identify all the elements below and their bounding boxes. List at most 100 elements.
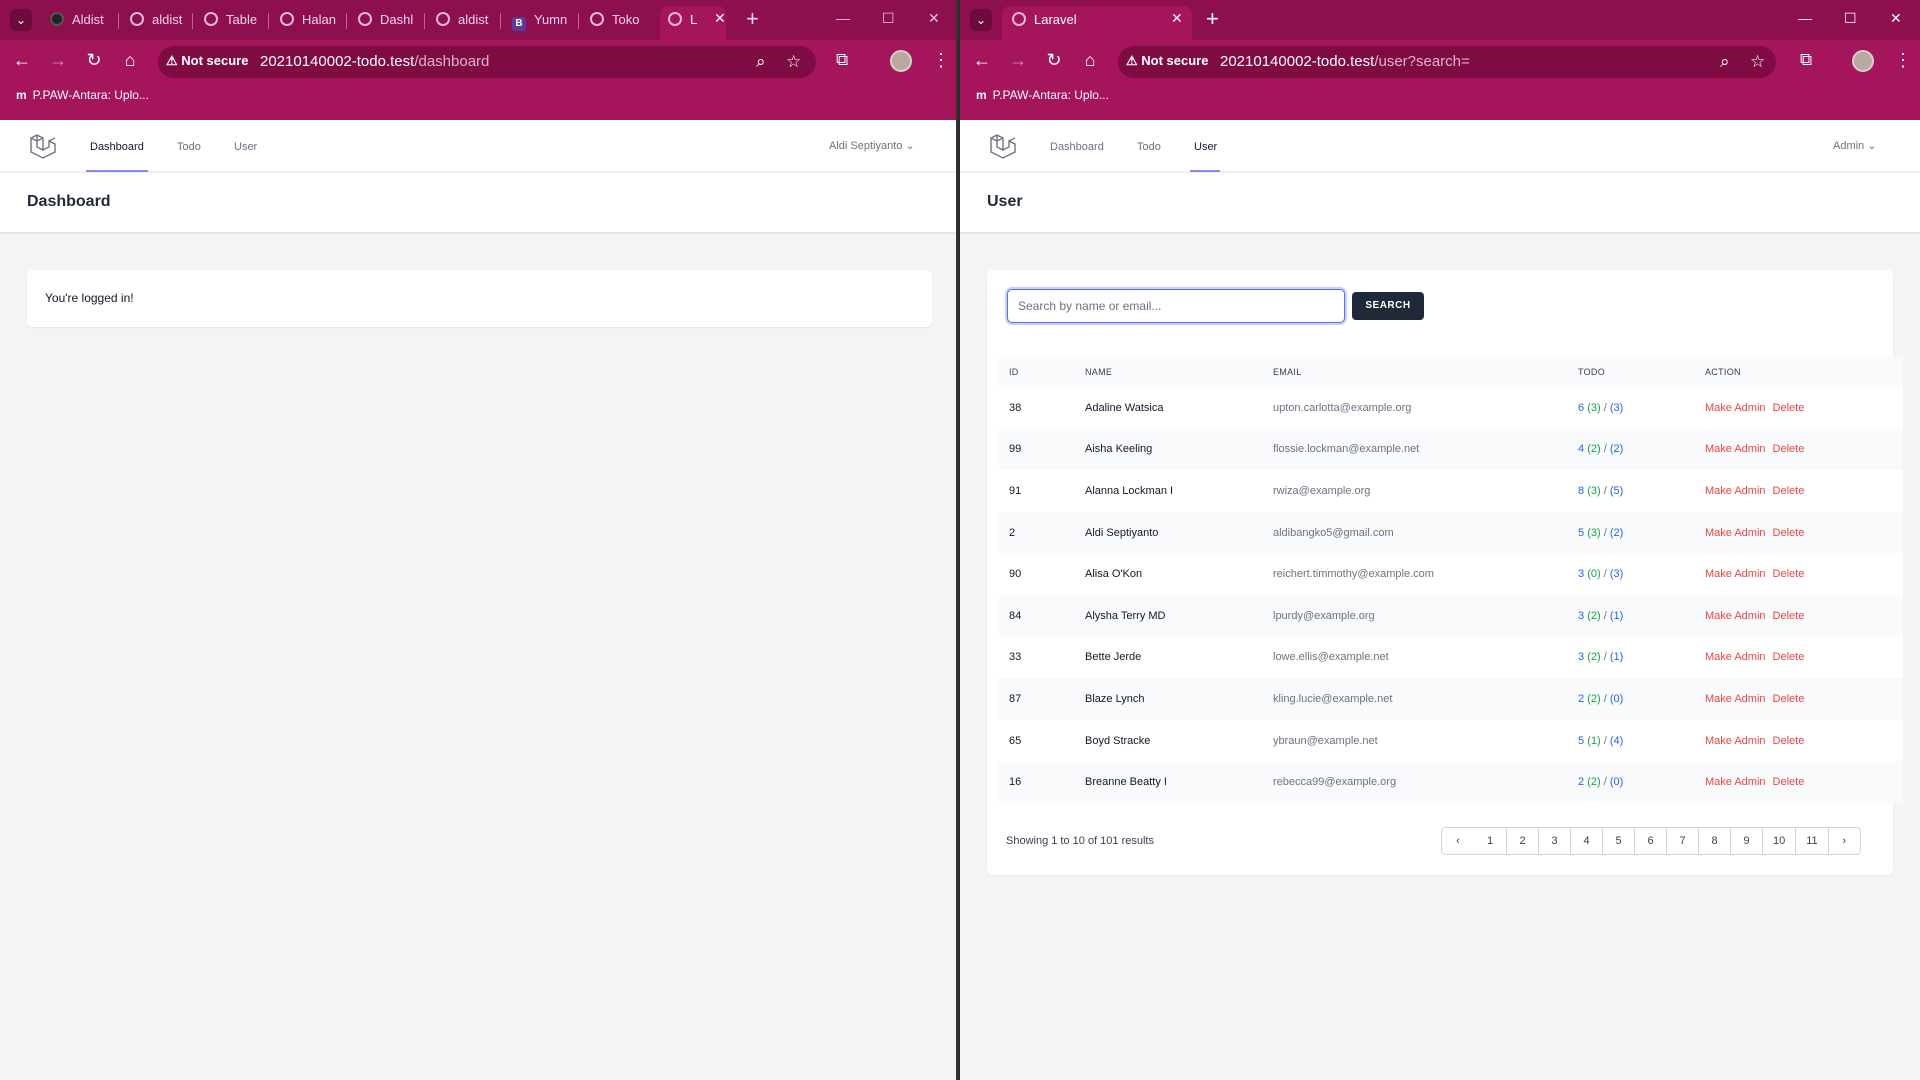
page-button[interactable]: 1: [1474, 828, 1506, 854]
tab-search-icon[interactable]: ⌄: [10, 9, 32, 31]
delete-button[interactable]: Delete: [1773, 693, 1805, 705]
make-admin-button[interactable]: Make Admin: [1705, 651, 1766, 663]
reload-icon[interactable]: ↻: [82, 50, 106, 71]
not-secure-badge[interactable]: ⚠ Not secure: [1126, 53, 1208, 69]
todo-total[interactable]: 3: [1578, 651, 1584, 663]
more-menu-icon[interactable]: ⋮: [932, 50, 950, 71]
minimize-icon[interactable]: —: [836, 10, 850, 26]
next-page-icon[interactable]: ›: [1827, 828, 1860, 854]
bookmark-star-icon[interactable]: ☆: [786, 52, 801, 72]
tab-search-icon[interactable]: ⌄: [970, 9, 992, 31]
browser-tab[interactable]: Dashl: [350, 6, 420, 40]
bookmark-star-icon[interactable]: ☆: [1750, 52, 1765, 72]
back-icon[interactable]: ←: [970, 50, 994, 71]
todo-open[interactable]: (2): [1610, 443, 1623, 455]
todo-total[interactable]: 2: [1578, 693, 1584, 705]
close-tab-icon[interactable]: ✕: [714, 10, 726, 27]
address-bar[interactable]: ⚠ Not secure 20210140002-todo.test/dashb…: [158, 46, 816, 78]
nav-todo[interactable]: Todo: [1137, 141, 1161, 153]
todo-open[interactable]: (1): [1610, 651, 1623, 663]
bookmark-item[interactable]: m P.PAW-Antara: Uplo...: [976, 88, 1109, 102]
close-window-icon[interactable]: ✕: [928, 10, 940, 27]
todo-total[interactable]: 8: [1578, 485, 1584, 497]
browser-tab[interactable]: B Yumn: [504, 6, 574, 40]
home-icon[interactable]: ⌂: [118, 50, 142, 71]
page-button[interactable]: 2: [1506, 828, 1538, 854]
delete-button[interactable]: Delete: [1773, 402, 1805, 414]
todo-open[interactable]: (4): [1610, 735, 1623, 747]
make-admin-button[interactable]: Make Admin: [1705, 776, 1766, 788]
page-button[interactable]: 5: [1602, 828, 1634, 854]
page-button[interactable]: 9: [1730, 828, 1762, 854]
nav-dashboard[interactable]: Dashboard: [90, 141, 144, 153]
delete-button[interactable]: Delete: [1773, 776, 1805, 788]
browser-tab[interactable]: aldist: [428, 6, 496, 40]
user-dropdown[interactable]: Admin ⌄: [1833, 139, 1876, 152]
page-button[interactable]: 11: [1795, 828, 1827, 854]
reload-icon[interactable]: ↻: [1042, 50, 1066, 71]
todo-open[interactable]: (3): [1610, 568, 1623, 580]
make-admin-button[interactable]: Make Admin: [1705, 485, 1766, 497]
search-button[interactable]: SEARCH: [1352, 292, 1424, 320]
nav-user[interactable]: User: [234, 141, 257, 153]
make-admin-button[interactable]: Make Admin: [1705, 610, 1766, 622]
bookmark-item[interactable]: m P.PAW-Antara: Uplo...: [16, 88, 149, 102]
zoom-icon[interactable]: ⌕: [756, 52, 766, 72]
maximize-icon[interactable]: ☐: [882, 10, 895, 27]
make-admin-button[interactable]: Make Admin: [1705, 402, 1766, 414]
profile-avatar[interactable]: [1852, 50, 1874, 72]
todo-total[interactable]: 5: [1578, 735, 1584, 747]
page-button[interactable]: 10: [1762, 828, 1795, 854]
maximize-icon[interactable]: ☐: [1844, 10, 1857, 27]
page-button[interactable]: 6: [1634, 828, 1666, 854]
make-admin-button[interactable]: Make Admin: [1705, 735, 1766, 747]
browser-tab[interactable]: aldist: [122, 6, 188, 40]
nav-dashboard[interactable]: Dashboard: [1050, 141, 1104, 153]
todo-open[interactable]: (2): [1610, 527, 1623, 539]
url-text[interactable]: 20210140002-todo.test/user?search=: [1220, 53, 1470, 70]
todo-open[interactable]: (5): [1610, 485, 1623, 497]
todo-total[interactable]: 5: [1578, 527, 1584, 539]
new-tab-icon[interactable]: +: [746, 6, 759, 32]
browser-tab[interactable]: Halan: [272, 6, 342, 40]
prev-page-icon[interactable]: ‹: [1442, 828, 1474, 854]
laravel-logo-icon[interactable]: [988, 132, 1016, 160]
new-tab-icon[interactable]: +: [1206, 6, 1219, 32]
todo-done[interactable]: (3): [1587, 402, 1600, 414]
extensions-icon[interactable]: ⧉: [836, 50, 848, 70]
delete-button[interactable]: Delete: [1773, 527, 1805, 539]
more-menu-icon[interactable]: ⋮: [1894, 50, 1912, 71]
todo-done[interactable]: (2): [1587, 443, 1600, 455]
make-admin-button[interactable]: Make Admin: [1705, 443, 1766, 455]
delete-button[interactable]: Delete: [1773, 568, 1805, 580]
forward-icon[interactable]: →: [1006, 50, 1030, 71]
page-button[interactable]: 8: [1698, 828, 1730, 854]
delete-button[interactable]: Delete: [1773, 610, 1805, 622]
make-admin-button[interactable]: Make Admin: [1705, 693, 1766, 705]
page-button[interactable]: 4: [1570, 828, 1602, 854]
todo-total[interactable]: 4: [1578, 443, 1584, 455]
todo-done[interactable]: (2): [1587, 651, 1600, 663]
todo-done[interactable]: (2): [1587, 610, 1600, 622]
delete-button[interactable]: Delete: [1773, 651, 1805, 663]
user-dropdown[interactable]: Aldi Septiyanto ⌄: [829, 139, 915, 152]
delete-button[interactable]: Delete: [1773, 735, 1805, 747]
page-button[interactable]: 7: [1666, 828, 1698, 854]
browser-tab[interactable]: Aldist: [42, 6, 114, 40]
close-tab-icon[interactable]: ✕: [1171, 10, 1183, 27]
todo-done[interactable]: (1): [1587, 735, 1600, 747]
minimize-icon[interactable]: —: [1798, 10, 1812, 26]
browser-tab[interactable]: Table: [196, 6, 264, 40]
todo-done[interactable]: (0): [1587, 568, 1600, 580]
nav-todo[interactable]: Todo: [177, 141, 201, 153]
search-input[interactable]: [1007, 289, 1345, 323]
back-icon[interactable]: ←: [10, 50, 34, 71]
todo-total[interactable]: 3: [1578, 610, 1584, 622]
zoom-icon[interactable]: ⌕: [1720, 52, 1730, 72]
address-bar[interactable]: ⚠ Not secure 20210140002-todo.test/user?…: [1118, 46, 1776, 78]
todo-open[interactable]: (1): [1610, 610, 1623, 622]
todo-open[interactable]: (0): [1610, 776, 1623, 788]
todo-total[interactable]: 2: [1578, 776, 1584, 788]
laravel-logo-icon[interactable]: [28, 132, 56, 160]
tab-laravel[interactable]: Laravel: [1002, 6, 1192, 40]
